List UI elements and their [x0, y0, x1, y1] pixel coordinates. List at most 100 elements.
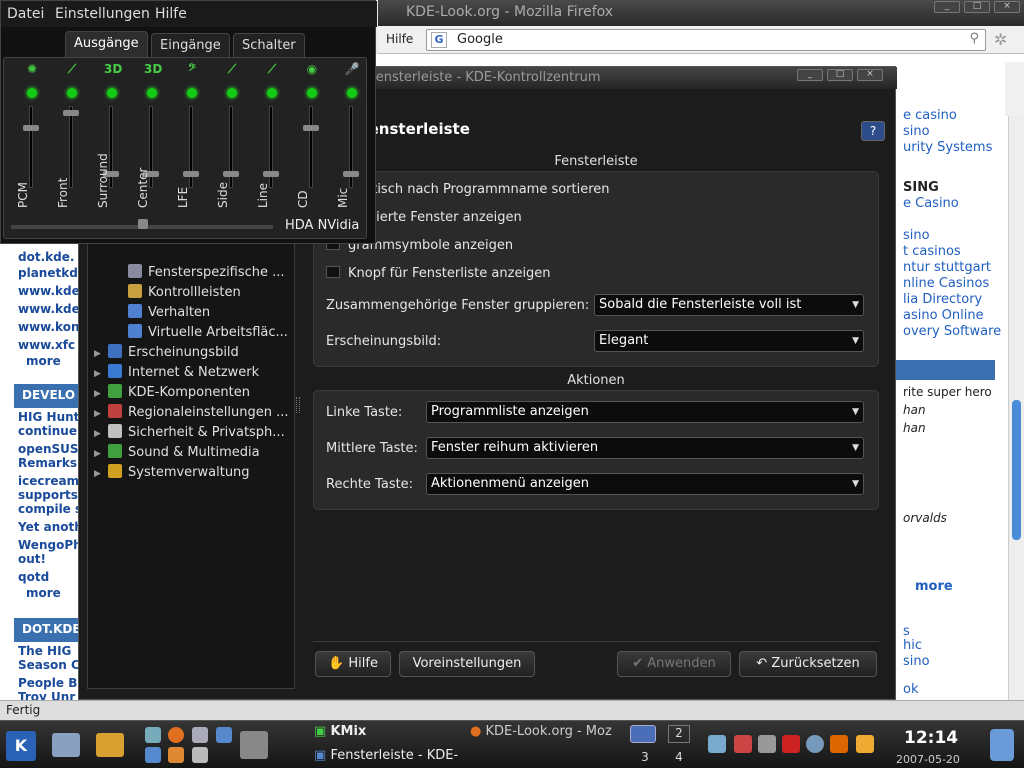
mute-led[interactable] [147, 88, 157, 98]
volume-slider-knob[interactable] [63, 109, 79, 116]
link[interactable]: Yet anoth [18, 520, 83, 534]
splitter-handle[interactable] [296, 397, 300, 413]
wrench-icon[interactable] [240, 731, 268, 759]
tray-icon[interactable] [758, 735, 776, 753]
warning-icon[interactable] [830, 735, 848, 753]
link[interactable]: www.kon [18, 320, 80, 334]
defaults-button[interactable]: Voreinstellungen [399, 651, 535, 677]
tree-item[interactable]: Virtuelle Arbeitsfläc... [128, 324, 288, 340]
clock[interactable]: 12:14 [904, 728, 958, 748]
link[interactable]: icecream [18, 474, 79, 488]
pager-desktop-3[interactable]: 3 [634, 750, 656, 764]
link[interactable]: supports [18, 488, 78, 502]
kmenu-icon[interactable]: K [6, 731, 36, 761]
expand-arrow-icon[interactable]: ▶ [94, 369, 108, 379]
checkbox-windowlist[interactable]: Knopf für Fensterliste anzeigen [326, 266, 551, 281]
right-button-select[interactable]: Aktionenmenü anzeigen ▼ [426, 473, 864, 495]
link[interactable]: sino [903, 228, 930, 243]
launcher-icon[interactable] [216, 727, 232, 743]
tab-ausgaenge[interactable]: Ausgänge [65, 31, 148, 59]
more-link[interactable]: more [915, 579, 953, 594]
help-button[interactable]: ✋ Hilfe [315, 651, 391, 677]
mute-led[interactable] [307, 88, 317, 98]
left-button-select[interactable]: Programmliste anzeigen ▼ [426, 401, 864, 423]
link[interactable]: www.kde [18, 302, 80, 316]
mute-led[interactable] [267, 88, 277, 98]
link[interactable]: asino Online [903, 308, 984, 323]
tree-item[interactable]: Kontrollleisten [128, 284, 241, 300]
trash-icon[interactable] [990, 729, 1014, 761]
minimize-button[interactable]: _ [797, 69, 823, 81]
tray-icon[interactable] [734, 735, 752, 753]
link[interactable]: Remarks [18, 456, 77, 470]
launcher-icon[interactable] [192, 727, 208, 743]
scrollbar-thumb[interactable] [1012, 400, 1021, 540]
link[interactable]: sino [903, 124, 930, 139]
expand-arrow-icon[interactable]: ▶ [94, 449, 108, 459]
expand-arrow-icon[interactable]: ▶ [94, 409, 108, 419]
tree-item[interactable]: ▶ Sound & Multimedia [94, 444, 260, 460]
link[interactable]: overy Software [903, 324, 1001, 339]
launcher-icon[interactable] [145, 747, 161, 763]
speaker-icon[interactable] [708, 735, 726, 753]
link[interactable]: out! [18, 552, 46, 566]
pager-desktop-4[interactable]: 4 [668, 750, 690, 764]
middle-button-select[interactable]: Fenster reihum aktivieren ▼ [426, 437, 864, 459]
pager-desktop-1[interactable] [630, 725, 656, 743]
tray-icon[interactable] [856, 735, 874, 753]
appearance-select[interactable]: Elegant ▼ [594, 330, 864, 352]
group-windows-select[interactable]: Sobald die Fensterleiste voll ist ▼ [594, 294, 864, 316]
tab-schalter[interactable]: Schalter [233, 33, 305, 57]
mute-led[interactable] [67, 88, 77, 98]
link[interactable]: hic [903, 638, 922, 653]
volume-slider-knob[interactable] [23, 125, 39, 131]
link[interactable]: The HIG [18, 644, 71, 658]
link[interactable]: WengoPh [18, 538, 82, 552]
link[interactable]: People B [18, 676, 77, 690]
menu-einstellungen[interactable]: Einstellungen [55, 6, 150, 22]
search-input[interactable]: G Google ⚲ [426, 29, 986, 51]
link[interactable]: s [903, 624, 910, 639]
maximize-button[interactable]: □ [964, 1, 990, 13]
link[interactable]: nline Casinos [903, 276, 989, 291]
search-icon[interactable] [192, 747, 208, 763]
link[interactable]: qotd [18, 570, 49, 584]
balance-slider-knob[interactable] [138, 219, 148, 229]
tray-icon[interactable] [806, 735, 824, 753]
firefox-launcher-icon[interactable] [168, 727, 184, 743]
menu-help[interactable]: Hilfe [386, 32, 413, 46]
tree-item[interactable]: Verhalten [128, 304, 210, 320]
tree-item[interactable]: Fensterspezifische ... [128, 264, 285, 280]
pager-desktop-2[interactable]: 2 [668, 725, 690, 743]
tree-item[interactable]: ▶ Systemverwaltung [94, 464, 250, 480]
task-kcontrol[interactable]: ▣ Fensterleiste - KDE- [314, 748, 458, 763]
home-icon[interactable] [52, 733, 80, 757]
link[interactable]: compile s [18, 502, 82, 516]
apply-button[interactable]: ✔ Anwenden [617, 651, 731, 677]
desktop-icon[interactable] [96, 733, 124, 757]
link[interactable]: Season C [18, 658, 80, 672]
link[interactable]: t casinos [903, 244, 961, 259]
link[interactable]: planetkd [18, 266, 78, 280]
link[interactable]: ok [903, 682, 918, 697]
mute-led[interactable] [107, 88, 117, 98]
menu-datei[interactable]: Datei [7, 6, 44, 22]
reset-button[interactable]: ↶ Zurücksetzen [739, 651, 877, 677]
tree-item[interactable]: ▶ Erscheinungsbild [94, 344, 239, 360]
link[interactable]: e Casino [903, 196, 959, 211]
minimize-button[interactable]: _ [934, 1, 960, 13]
expand-arrow-icon[interactable]: ▶ [94, 429, 108, 439]
launcher-icon[interactable] [168, 747, 184, 763]
more-link[interactable]: more [26, 586, 61, 600]
link[interactable]: ntur stuttgart [903, 260, 991, 275]
expand-arrow-icon[interactable]: ▶ [94, 469, 108, 479]
tab-eingaenge[interactable]: Eingänge [151, 33, 230, 57]
menu-hilfe[interactable]: Hilfe [155, 6, 187, 22]
mute-led[interactable] [187, 88, 197, 98]
close-button[interactable]: × [857, 69, 883, 81]
link[interactable]: e casino [903, 108, 957, 123]
link[interactable]: www.kde [18, 284, 80, 298]
tree-item[interactable]: ▶ KDE-Komponenten [94, 384, 250, 400]
link[interactable]: lia Directory [903, 292, 982, 307]
tree-item[interactable]: ▶ Internet & Netzwerk [94, 364, 259, 380]
